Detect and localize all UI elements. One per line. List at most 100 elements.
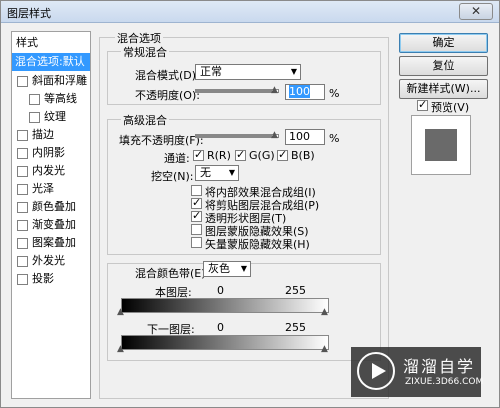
fill-opacity-input[interactable]: 100 <box>285 129 325 145</box>
vector-mask-hides-effects-checkbox[interactable]: 矢量蒙版隐藏效果(H) <box>191 236 321 251</box>
style-item-color-overlay[interactable]: 颜色叠加 <box>12 198 90 216</box>
watermark-url: ZIXUE.3D66.COM <box>405 377 484 387</box>
reset-button[interactable]: 复位 <box>399 56 488 76</box>
style-item-label: 光泽 <box>32 182 54 195</box>
fill-opacity-slider[interactable]: ▲ <box>195 130 279 142</box>
blend-clipped-layers-checkbox[interactable]: 将剪贴图层混合成组(P) <box>191 196 321 212</box>
color-overlay-checkbox[interactable] <box>17 202 28 213</box>
style-item-blending-options[interactable]: 混合选项:默认 <box>12 53 90 71</box>
blend-mode-value: 正常 <box>200 65 222 78</box>
outer-glow-checkbox[interactable] <box>17 256 28 267</box>
contour-checkbox[interactable] <box>29 94 40 105</box>
bevel-emboss-checkbox[interactable] <box>17 76 28 87</box>
layer-mask-hides-effects-checkbox[interactable]: 图层蒙版隐藏效果(S) <box>191 223 321 238</box>
drop-shadow-checkbox[interactable] <box>17 274 28 285</box>
chevron-down-icon: ▼ <box>228 168 235 177</box>
inner-shadow-checkbox[interactable] <box>17 148 28 159</box>
ok-button[interactable]: 确定 <box>399 33 488 53</box>
chevron-down-icon: ▼ <box>240 264 247 273</box>
transparency-shapes-layer-checkbox[interactable]: 透明形状图层(T) <box>191 209 321 225</box>
underlying-white-slider[interactable]: ▲ <box>321 344 328 354</box>
checkbox-box[interactable] <box>235 148 246 161</box>
underlying-layer-max: 255 <box>285 321 306 334</box>
channel-g-checkbox[interactable]: G(G) <box>235 148 275 163</box>
this-layer-gradient-bar <box>121 298 329 313</box>
checkbox-box[interactable] <box>191 185 202 196</box>
checkbox-box[interactable] <box>277 148 288 161</box>
underlying-black-slider[interactable]: ▲ <box>117 344 124 354</box>
style-item-label: 内发光 <box>32 164 65 177</box>
blend-if-select[interactable]: 灰色 ▼ <box>203 261 251 277</box>
style-item-label: 外发光 <box>32 254 65 267</box>
style-item-label: 描边 <box>32 128 54 141</box>
style-item-label: 等高线 <box>44 92 77 105</box>
preview-label: 预览(V) <box>431 101 470 114</box>
style-item-label: 混合选项:默认 <box>15 55 85 68</box>
close-button[interactable]: ✕ <box>459 3 493 20</box>
opacity-slider-fill <box>196 90 272 92</box>
style-item-inner-glow[interactable]: 内发光 <box>12 162 90 180</box>
knockout-select[interactable]: 无 ▼ <box>195 165 239 181</box>
this-layer-min: 0 <box>217 284 224 297</box>
style-item-label: 图案叠加 <box>32 236 76 249</box>
blend-if-value: 灰色 <box>208 262 230 275</box>
blend-interior-effects-checkbox[interactable]: 将内部效果混合成组(I) <box>191 184 321 199</box>
checkbox-box[interactable] <box>417 98 428 111</box>
checkbox-box[interactable] <box>191 196 202 209</box>
style-item-satin[interactable]: 光泽 <box>12 180 90 198</box>
preview-checkbox[interactable]: 预览(V) <box>417 98 477 114</box>
blend-mode-label: 混合模式(D): <box>135 69 200 82</box>
style-item-label: 内阴影 <box>32 146 65 159</box>
option-label: 矢量蒙版隐藏效果(H) <box>205 238 310 251</box>
satin-checkbox[interactable] <box>17 184 28 195</box>
knockout-value: 无 <box>200 166 211 179</box>
style-item-pattern-overlay[interactable]: 图案叠加 <box>12 234 90 252</box>
checkbox-box[interactable] <box>191 209 202 222</box>
channel-b-checkbox[interactable]: B(B) <box>277 148 317 163</box>
underlying-layer-gradient-bar <box>121 335 329 350</box>
channels-label: 通道: <box>164 152 190 165</box>
style-item-label: 渐变叠加 <box>32 218 76 231</box>
play-icon <box>357 352 395 390</box>
checkbox-box[interactable] <box>191 224 202 235</box>
channel-g-label: G(G) <box>249 149 275 162</box>
opacity-input[interactable]: 100 <box>285 84 325 100</box>
chevron-down-icon: ▼ <box>290 67 297 76</box>
opacity-slider[interactable]: ▲ <box>195 85 279 97</box>
blend-mode-select[interactable]: 正常 ▼ <box>195 64 301 80</box>
style-item-gradient-overlay[interactable]: 渐变叠加 <box>12 216 90 234</box>
general-blending-title: 常规混合 <box>121 44 169 60</box>
style-item-bevel-emboss[interactable]: 斜面和浮雕 <box>12 72 90 90</box>
style-preview <box>411 115 471 175</box>
opacity-label: 不透明度(O): <box>135 89 200 102</box>
checkbox-box[interactable] <box>193 148 204 161</box>
styles-list: 样式 混合选项:默认 斜面和浮雕 等高线 纹理 描边 内阴影 内发光 光泽 颜色… <box>11 31 91 399</box>
style-item-label: 投影 <box>32 272 54 285</box>
this-layer-black-slider[interactable]: ▲ <box>117 307 124 317</box>
style-item-inner-shadow[interactable]: 内阴影 <box>12 144 90 162</box>
fill-opacity-slider-thumb[interactable]: ▲ <box>271 130 279 140</box>
style-item-texture[interactable]: 纹理 <box>12 108 90 126</box>
channel-r-checkbox[interactable]: R(R) <box>193 148 233 163</box>
layer-style-dialog: 图层样式 ✕ 样式 混合选项:默认 斜面和浮雕 等高线 纹理 描边 内阴影 内发… <box>0 0 500 408</box>
style-item-outer-glow[interactable]: 外发光 <box>12 252 90 270</box>
gradient-overlay-checkbox[interactable] <box>17 220 28 231</box>
style-item-label: 纹理 <box>44 110 66 123</box>
checkbox-box[interactable] <box>191 237 202 248</box>
texture-checkbox[interactable] <box>29 112 40 123</box>
style-item-drop-shadow[interactable]: 投影 <box>12 270 90 288</box>
watermark-name: 溜溜自学 <box>403 357 476 376</box>
styles-header: 样式 <box>16 36 38 49</box>
window-title: 图层样式 <box>7 7 51 20</box>
opacity-slider-thumb[interactable]: ▲ <box>271 85 279 95</box>
inner-glow-checkbox[interactable] <box>17 166 28 177</box>
pattern-overlay-checkbox[interactable] <box>17 238 28 249</box>
watermark-logo: 溜溜自学 ZIXUE.3D66.COM <box>351 347 484 397</box>
underlying-layer-min: 0 <box>217 321 224 334</box>
style-item-stroke[interactable]: 描边 <box>12 126 90 144</box>
new-style-button[interactable]: 新建样式(W)... <box>399 79 488 99</box>
stroke-checkbox[interactable] <box>17 130 28 141</box>
this-layer-white-slider[interactable]: ▲ <box>321 307 328 317</box>
style-item-contour[interactable]: 等高线 <box>12 90 90 108</box>
blend-if-label: 混合颜色带(E): <box>135 267 210 280</box>
